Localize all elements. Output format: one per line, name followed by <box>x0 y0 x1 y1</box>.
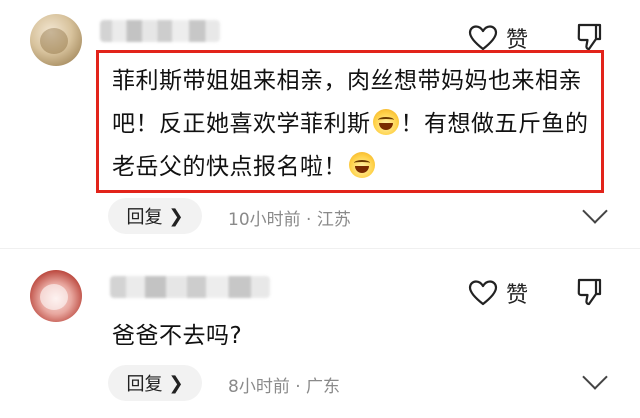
comment-text: 爸爸不去吗? <box>112 323 243 349</box>
chevron-down-icon[interactable] <box>582 364 608 390</box>
comment-item: 赞 爸爸不去吗? 回复 ❯ 8小时前 · 广东 <box>0 252 640 418</box>
laughing-tears-emoji-icon <box>349 152 375 178</box>
thumbs-down-icon[interactable] <box>576 277 602 307</box>
comment-meta: 10小时前 · 江苏 <box>228 210 351 230</box>
comment-meta: 8小时前 · 广东 <box>228 377 341 397</box>
chevron-down-icon[interactable] <box>582 198 608 224</box>
heart-icon <box>468 25 498 51</box>
divider <box>0 248 640 249</box>
reply-label: 回复 <box>126 374 163 395</box>
avatar[interactable] <box>30 14 82 66</box>
laughing-tears-emoji-icon <box>372 109 399 135</box>
chevron-right-icon: ❯ <box>168 205 184 227</box>
thumbs-down-icon[interactable] <box>576 22 602 52</box>
reply-label: 回复 <box>126 207 163 228</box>
like-label: 赞 <box>506 283 529 308</box>
like-button[interactable]: 赞 <box>468 277 528 309</box>
username-blurred[interactable] <box>110 276 270 298</box>
comment-item: 赞 菲利斯带姐姐来相亲，肉丝想带妈妈也来相亲吧！反正她喜欢学菲利斯 ！有想做五斤鱼… <box>0 0 640 244</box>
chevron-right-icon: ❯ <box>168 372 184 394</box>
avatar-image <box>40 28 68 54</box>
reply-button[interactable]: 回复 ❯ <box>108 198 202 234</box>
username-blurred[interactable] <box>100 20 220 42</box>
avatar-image <box>40 284 68 310</box>
comment-text: 菲利斯带姐姐来相亲，肉丝想带妈妈也来相亲吧！反正她喜欢学菲利斯 ！有想做五斤鱼的老… <box>112 60 598 189</box>
heart-icon <box>468 280 498 306</box>
reply-button[interactable]: 回复 ❯ <box>108 365 202 401</box>
avatar[interactable] <box>30 270 82 322</box>
